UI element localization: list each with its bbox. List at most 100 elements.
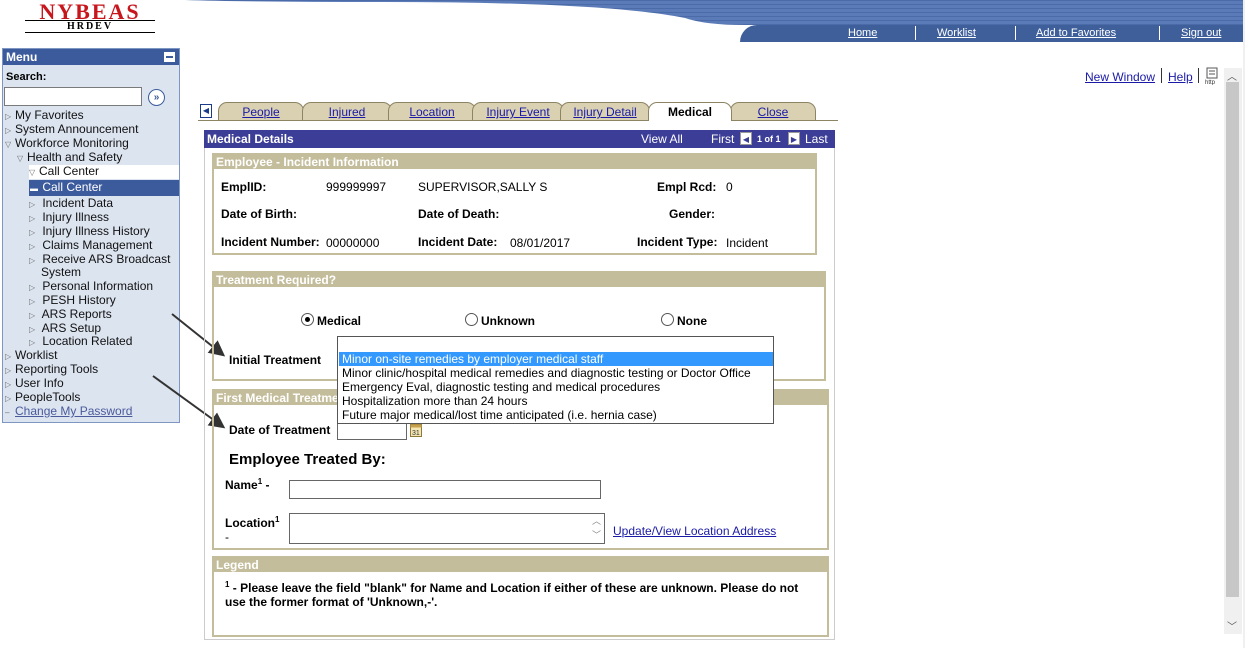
sidebar-item-call-center-folder[interactable]: ▽ Call Center xyxy=(29,165,179,179)
sidebar-item-ars-reports[interactable]: ▷ ARS Reports xyxy=(29,308,112,322)
incident-type-value: Incident xyxy=(726,236,769,250)
sidebar-item-health-and-safety[interactable]: ▽ Health and Safety xyxy=(17,151,122,165)
svg-text:http: http xyxy=(1205,80,1216,85)
dob-label: Date of Birth: xyxy=(221,207,297,221)
search-label: Search: xyxy=(6,71,47,83)
sidebar-item-receive-ars-broadcast-line2[interactable]: System xyxy=(41,266,81,279)
location-scroll-icon[interactable]: ︿ ﹀ xyxy=(589,514,604,543)
date-of-treatment-label: Date of Treatment xyxy=(229,423,331,437)
dropdown-option[interactable]: Future major medical/lost time anticipat… xyxy=(342,408,657,422)
tab-location[interactable]: Location xyxy=(388,102,476,121)
section-title: Treatment Required? xyxy=(214,273,824,287)
treated-by-name-input[interactable] xyxy=(289,480,601,499)
sidebar-item-personal-information[interactable]: ▷ Personal Information xyxy=(29,280,153,294)
svg-text:31: 31 xyxy=(412,430,420,437)
tab-people[interactable]: People xyxy=(218,102,304,121)
sidebar-item-peopletools[interactable]: ▷ PeopleTools xyxy=(5,391,80,405)
tab-injury-detail[interactable]: Injury Detail xyxy=(560,102,650,121)
incident-number-value: 00000000 xyxy=(326,236,380,250)
dropdown-option[interactable]: Minor clinic/hospital medical remedies a… xyxy=(342,366,751,380)
sidebar-item-location-related[interactable]: ▷ Location Related xyxy=(29,335,132,349)
radio-none[interactable] xyxy=(661,313,674,326)
update-view-location-link[interactable]: Update/View Location Address xyxy=(613,524,776,538)
sidebar-item-claims-management[interactable]: ▷ Claims Management xyxy=(29,239,152,253)
name-label: Name1 - xyxy=(225,477,270,492)
search-input[interactable] xyxy=(4,87,142,106)
logo-env: HRDEV xyxy=(25,20,155,33)
new-window-link[interactable]: New Window xyxy=(1085,70,1155,84)
empl-rcd-value: 0 xyxy=(726,180,733,194)
util-separator xyxy=(1198,68,1199,83)
logo: NYBEAS HRDEV xyxy=(25,0,155,34)
radio-none-label: None xyxy=(677,314,707,328)
sidebar-item-workforce-monitoring[interactable]: ▽ Workforce Monitoring xyxy=(5,137,129,151)
medical-details-header: Medical Details View All First ◀ 1 of 1 … xyxy=(204,130,835,148)
sidebar-item-user-info[interactable]: ▷ User Info xyxy=(5,377,64,391)
calendar-icon[interactable]: 31 xyxy=(410,424,422,437)
incident-date-label: Incident Date: xyxy=(418,235,498,249)
sidebar-item-pesh-history[interactable]: ▷ PESH History xyxy=(29,294,116,308)
tab-medical[interactable]: Medical xyxy=(648,102,732,121)
treated-by-location-input[interactable] xyxy=(289,513,605,544)
view-all-link[interactable]: View All xyxy=(641,130,683,148)
http-icon[interactable]: http xyxy=(1205,67,1223,85)
home-link[interactable]: Home xyxy=(848,27,877,39)
radio-medical-label: Medical xyxy=(317,314,362,328)
tab-injury-event[interactable]: Injury Event xyxy=(472,102,564,121)
worklist-link[interactable]: Worklist xyxy=(937,27,976,39)
sidebar-item-my-favorites[interactable]: ▷ My Favorites xyxy=(5,109,84,123)
dropdown-option[interactable]: Emergency Eval, diagnostic testing and m… xyxy=(342,380,660,394)
tab-close[interactable]: Close xyxy=(730,102,816,121)
incident-number-label: Incident Number: xyxy=(221,235,320,249)
dod-label: Date of Death: xyxy=(418,207,500,221)
sidebar-item-change-password[interactable]: – Change My Password xyxy=(5,405,132,419)
add-favorites-link[interactable]: Add to Favorites xyxy=(1036,27,1116,39)
sidebar-item-call-center[interactable]: ▬ Call Center xyxy=(29,180,179,196)
section-title: Employee - Incident Information xyxy=(214,155,815,169)
sidebar-item-system-announcement[interactable]: ▷ System Announcement xyxy=(5,123,138,137)
sidebar-item-reporting-tools[interactable]: ▷ Reporting Tools xyxy=(5,363,98,377)
last-label[interactable]: Last xyxy=(805,130,828,148)
collapse-icon[interactable] xyxy=(164,52,175,62)
scroll-up-icon[interactable]: ︿ xyxy=(1227,68,1237,83)
page-scrollbar[interactable]: ︿ ﹀ xyxy=(1224,68,1242,634)
dropdown-option[interactable]: Minor on-site remedies by employer medic… xyxy=(342,352,603,366)
dropdown-option[interactable]: Hospitalization more than 24 hours xyxy=(342,394,527,408)
scroll-down-icon[interactable]: ﹀ xyxy=(1227,618,1237,633)
gender-label: Gender: xyxy=(669,207,716,221)
radio-medical[interactable] xyxy=(301,313,314,326)
initial-treatment-dropdown[interactable]: Minor on-site remedies by employer medic… xyxy=(337,336,774,424)
employee-treated-by-heading: Employee Treated By: xyxy=(229,451,386,468)
menu-title: Menu xyxy=(3,49,179,65)
empl-rcd-label: Empl Rcd: xyxy=(657,180,717,194)
tab-divider xyxy=(198,120,838,121)
util-separator xyxy=(1161,68,1162,83)
tab-injured[interactable]: Injured xyxy=(302,102,392,121)
incident-type-label: Incident Type: xyxy=(637,235,718,249)
help-link[interactable]: Help xyxy=(1168,70,1193,84)
search-go-icon[interactable]: » xyxy=(148,89,165,106)
incident-date-value: 08/01/2017 xyxy=(510,236,571,250)
section-title: Legend xyxy=(214,558,827,572)
emplid-value: 999999997 xyxy=(326,180,387,194)
emplid-label: EmplID: xyxy=(221,180,267,194)
sidebar-item-incident-data[interactable]: ▷ Incident Data xyxy=(29,197,113,211)
next-icon[interactable]: ▶ xyxy=(788,132,800,145)
sign-out-link[interactable]: Sign out xyxy=(1181,27,1221,39)
top-nav: Home Worklist Add to Favorites Sign out xyxy=(740,25,1245,42)
radio-unknown[interactable] xyxy=(465,313,478,326)
radio-unknown-label: Unknown xyxy=(481,314,535,328)
scrollbar-thumb[interactable] xyxy=(1226,82,1239,597)
location-label: Location1- xyxy=(225,515,280,544)
row-count: 1 of 1 xyxy=(757,134,781,144)
sidebar-item-injury-illness[interactable]: ▷ Injury Illness xyxy=(29,211,109,225)
initial-treatment-label: Initial Treatment xyxy=(229,353,322,367)
previous-icon[interactable]: ◀ xyxy=(740,132,752,145)
sidebar-item-worklist[interactable]: ▷ Worklist xyxy=(5,349,57,363)
sidebar-item-injury-illness-history[interactable]: ▷ Injury Illness History xyxy=(29,225,150,239)
first-label[interactable]: First xyxy=(711,130,734,148)
medical-details-title: Medical Details xyxy=(207,132,294,146)
date-of-treatment-input[interactable] xyxy=(337,422,407,440)
legend-text: 1 - Please leave the field "blank" for N… xyxy=(225,580,799,609)
tab-bar: People Injured Location Injury Event Inj… xyxy=(198,102,838,121)
